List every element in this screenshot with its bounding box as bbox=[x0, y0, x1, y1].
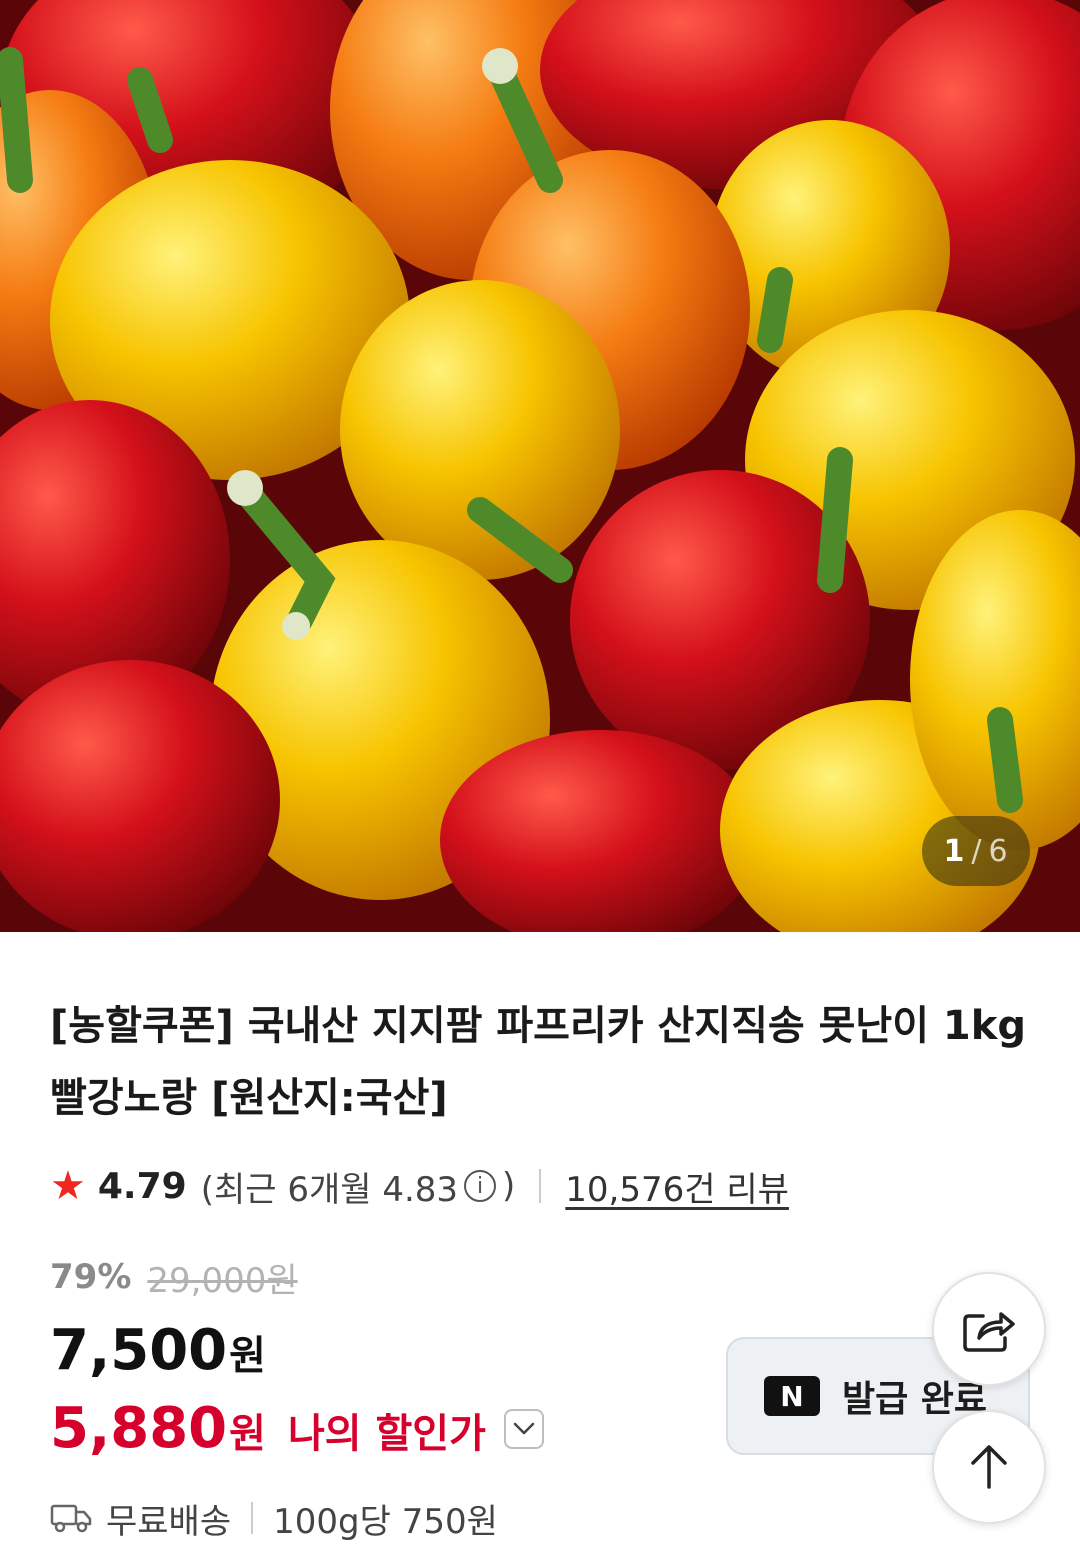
free-shipping-label: 무료배송 bbox=[106, 1501, 232, 1542]
scroll-top-button[interactable] bbox=[932, 1410, 1046, 1524]
current-image-index: 1 bbox=[943, 833, 966, 869]
rating-score: 4.79 bbox=[97, 1165, 187, 1207]
image-counter: 1 / 6 bbox=[922, 816, 1030, 886]
naver-logo: N bbox=[764, 1376, 820, 1416]
bell-peppers-photo bbox=[0, 0, 1080, 932]
share-icon bbox=[963, 1312, 1015, 1352]
recent-rating-text: (최근 6개월 4.83 bbox=[200, 1169, 459, 1210]
divider bbox=[539, 1169, 542, 1203]
discount-percent: 79% bbox=[50, 1257, 132, 1297]
recent-rating-close: ) bbox=[502, 1166, 516, 1206]
my-discount-price: 5,880 bbox=[50, 1396, 228, 1461]
sale-price-unit: 원 bbox=[229, 1333, 266, 1379]
shipping-row: 무료배송 100g당 750원 bbox=[50, 1494, 498, 1542]
my-discount-unit: 원 bbox=[229, 1411, 266, 1457]
divider bbox=[251, 1502, 254, 1534]
rating-row: ★ 4.79 (최근 6개월 4.83 i ) 10,576건 리뷰 bbox=[50, 1160, 789, 1212]
sale-price-row: 7,500 원 bbox=[50, 1318, 266, 1384]
review-count-link[interactable]: 10,576건 리뷰 bbox=[565, 1162, 789, 1211]
arrow-up-icon bbox=[971, 1445, 1007, 1489]
sale-price: 7,500 bbox=[50, 1318, 228, 1383]
original-price: 29,000원 bbox=[147, 1260, 298, 1301]
product-image[interactable]: 1 / 6 bbox=[0, 0, 1080, 932]
discount-row: 79% 29,000원 bbox=[50, 1252, 298, 1302]
recent-rating: (최근 6개월 4.83 i ) bbox=[201, 1162, 516, 1211]
expand-discount-button[interactable] bbox=[503, 1409, 544, 1449]
counter-separator: / bbox=[971, 833, 983, 869]
product-title: [농할쿠폰] 국내산 지지팜 파프리카 산지직송 못난이 1kg 빨강노랑 [원… bbox=[50, 1003, 1026, 1121]
my-discount-price-row[interactable]: 5,880 원 나의 할인가 bbox=[50, 1396, 544, 1462]
info-icon[interactable]: i bbox=[464, 1170, 497, 1202]
unit-price: 100g당 750원 bbox=[273, 1501, 498, 1542]
share-button[interactable] bbox=[932, 1272, 1046, 1386]
truck-icon bbox=[50, 1502, 92, 1534]
total-images: 6 bbox=[988, 833, 1009, 869]
chevron-down-icon bbox=[513, 1422, 535, 1435]
my-discount-label: 나의 할인가 bbox=[287, 1411, 486, 1457]
star-icon: ★ bbox=[50, 1163, 86, 1209]
